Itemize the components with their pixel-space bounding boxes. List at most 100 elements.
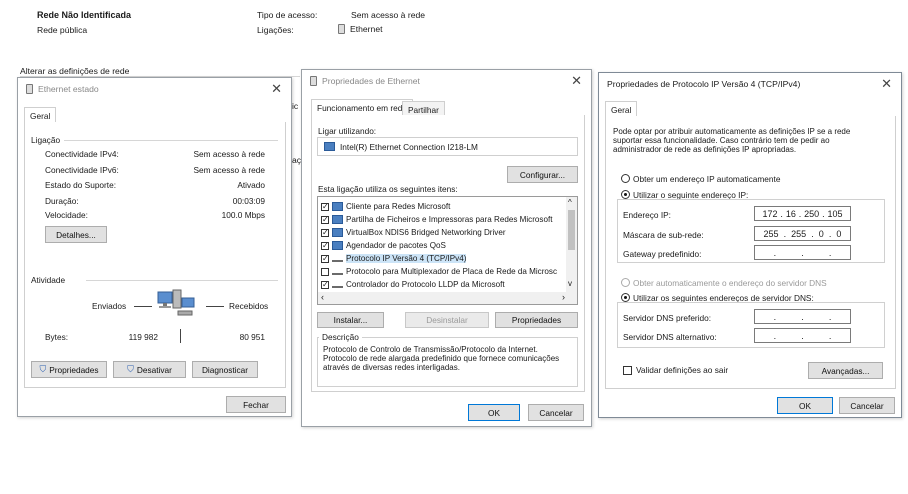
checkbox[interactable]: ✓ — [321, 280, 329, 289]
tab-general[interactable]: Geral — [24, 107, 57, 123]
checkbox[interactable]: ✓ — [321, 202, 329, 211]
alternate-dns-field[interactable]: ... — [754, 328, 851, 343]
auto-dns-label: Obter automaticamente o endereço do serv… — [633, 278, 827, 288]
description-text: Protocolo de Controlo de Transmissão/Pro… — [323, 345, 560, 372]
mask-octet: 0 — [836, 228, 842, 239]
ipv4-properties-window: Propriedades de Protocolo IP Versão 4 (T… — [598, 72, 902, 418]
sent-label: Enviados — [92, 301, 127, 311]
uninstall-button[interactable]: Desinstalar — [405, 312, 489, 328]
scroll-right-icon[interactable]: › — [562, 292, 565, 302]
item-label: Protocolo para Multiplexador de Placa de… — [346, 267, 557, 276]
list-item[interactable]: ✓ Agendador de pacotes QoS — [321, 241, 446, 250]
activity-divider — [86, 280, 278, 281]
connection-label: Ligação — [31, 135, 61, 145]
description-label: Descrição — [319, 332, 362, 342]
connections-value: Ethernet — [350, 24, 383, 34]
bytes-separator — [180, 329, 181, 343]
details-button[interactable]: Detalhes... — [45, 226, 107, 243]
vertical-scrollbar[interactable]: ^ v — [566, 197, 577, 293]
access-type-value: Sem acesso à rede — [351, 10, 426, 20]
ok-button[interactable]: OK — [777, 397, 833, 414]
mask-octet: 0 — [818, 228, 824, 239]
properties-button[interactable]: ⛉ Propriedades — [31, 361, 107, 378]
checkbox[interactable]: ✓ — [321, 215, 329, 224]
properties-title-bar[interactable]: Propriedades de Ethernet ✕ — [302, 70, 591, 92]
gateway-label: Gateway predefinido: — [623, 249, 702, 259]
status-title-bar[interactable]: Ethernet estado ✕ — [18, 78, 291, 100]
horizontal-scrollbar[interactable]: ‹ › — [318, 292, 577, 304]
received-line — [206, 306, 224, 307]
manual-dns-radio[interactable] — [621, 293, 630, 302]
ipv6-connectivity-label: Conectividade IPv6: — [45, 165, 119, 175]
configure-button[interactable]: Configurar... — [507, 166, 578, 183]
scroll-up-icon[interactable]: ^ — [568, 198, 572, 207]
scroll-down-icon[interactable]: v — [568, 279, 572, 288]
shield-icon: ⛉ — [39, 364, 47, 374]
mask-octet: 255 — [763, 228, 779, 239]
background-partial-text: aç — [292, 155, 302, 165]
list-item[interactable]: ✓ Partilha de Ficheiros e Impressoras par… — [321, 215, 552, 224]
install-button[interactable]: Instalar... — [317, 312, 384, 328]
tab-networking[interactable]: Funcionamento em rede — [311, 99, 413, 116]
checkbox[interactable]: ✓ — [321, 254, 329, 263]
checkbox[interactable]: ✓ — [321, 241, 329, 250]
close-icon[interactable]: ✕ — [571, 73, 582, 89]
ip-octet: 172 — [762, 208, 778, 219]
list-item[interactable]: ✓ Protocolo IP Versão 4 (TCP/IPv4) — [321, 254, 467, 263]
cancel-button[interactable]: Cancelar — [839, 397, 895, 414]
ip-octet: 16 — [785, 208, 796, 219]
status-window-title: Ethernet estado — [38, 84, 99, 94]
preferred-dns-field[interactable]: ... — [754, 309, 851, 324]
gateway-field[interactable]: ... — [754, 245, 851, 260]
diagnose-button[interactable]: Diagnosticar — [192, 361, 258, 378]
disable-button[interactable]: ⛉ Desativar — [113, 361, 186, 378]
list-item[interactable]: Protocolo para Multiplexador de Placa de… — [321, 267, 557, 276]
list-item[interactable]: ✓ Cliente para Redes Microsoft — [321, 202, 450, 211]
item-label: Controlador do Protocolo LLDP da Microso… — [346, 280, 505, 289]
ip-octet: 105 — [827, 208, 843, 219]
ip-address-field[interactable]: 172. 16. 250. 105 — [754, 206, 851, 221]
cancel-button[interactable]: Cancelar — [528, 404, 584, 421]
duration-label: Duração: — [45, 196, 79, 206]
item-label: Agendador de pacotes QoS — [346, 241, 446, 250]
checkbox[interactable]: ✓ — [321, 228, 329, 237]
auto-dns-radio[interactable] — [621, 278, 630, 287]
shield-icon: ⛉ — [127, 364, 134, 374]
network-type: Rede pública — [37, 25, 88, 35]
network-name: Rede Não Identificada — [37, 10, 132, 20]
auto-ip-radio[interactable] — [621, 174, 630, 183]
ipv6-connectivity-value: Sem acesso à rede — [193, 165, 265, 175]
item-label: Protocolo IP Versão 4 (TCP/IPv4) — [346, 254, 467, 263]
tab-general[interactable]: Geral — [605, 101, 638, 117]
bytes-label: Bytes: — [45, 332, 69, 342]
ok-button[interactable]: OK — [468, 404, 520, 421]
advanced-button[interactable]: Avançadas... — [808, 362, 883, 379]
close-button[interactable]: Fechar — [226, 396, 286, 413]
scroll-thumb[interactable] — [568, 210, 575, 250]
ipv4-title-bar[interactable]: Propriedades de Protocolo IP Versão 4 (T… — [599, 73, 901, 95]
checkbox[interactable] — [321, 267, 329, 276]
close-icon[interactable]: ✕ — [271, 81, 282, 97]
connections-link[interactable]: Ethernet — [338, 24, 383, 34]
validate-checkbox[interactable] — [623, 366, 632, 375]
list-item[interactable]: ✓ VirtualBox NDIS6 Bridged Networking Dri… — [321, 228, 506, 237]
change-settings-heading: Alterar as definições de rede — [20, 66, 130, 76]
ip-address-label: Endereço IP: — [623, 210, 671, 220]
list-item[interactable]: ✓ Controlador do Protocolo LLDP da Micros… — [321, 280, 505, 289]
intro-text: Pode optar por atribuir automaticamente … — [613, 127, 851, 154]
scroll-left-icon[interactable]: ‹ — [321, 292, 324, 302]
background-partial-text: ic — [292, 101, 299, 111]
tab-sharing[interactable]: Partilhar — [402, 101, 445, 116]
ipv4-connectivity-value: Sem acesso à rede — [193, 149, 265, 159]
item-properties-button[interactable]: Propriedades — [495, 312, 578, 328]
validate-label: Validar definições ao sair — [636, 365, 729, 375]
ipv4-window-title: Propriedades de Protocolo IP Versão 4 (T… — [607, 79, 801, 89]
media-state-label: Estado do Suporte: — [45, 180, 117, 190]
ethernet-icon — [310, 76, 317, 86]
components-list[interactable]: ✓ Cliente para Redes Microsoft ✓ Partilha … — [317, 196, 578, 305]
close-icon[interactable]: ✕ — [881, 76, 892, 92]
items-label: Esta ligação utiliza os seguintes itens: — [318, 184, 458, 194]
subnet-mask-field[interactable]: 255. 255. 0. 0 — [754, 226, 851, 241]
item-label: VirtualBox NDIS6 Bridged Networking Driv… — [346, 228, 506, 237]
manual-ip-radio[interactable] — [621, 190, 630, 199]
